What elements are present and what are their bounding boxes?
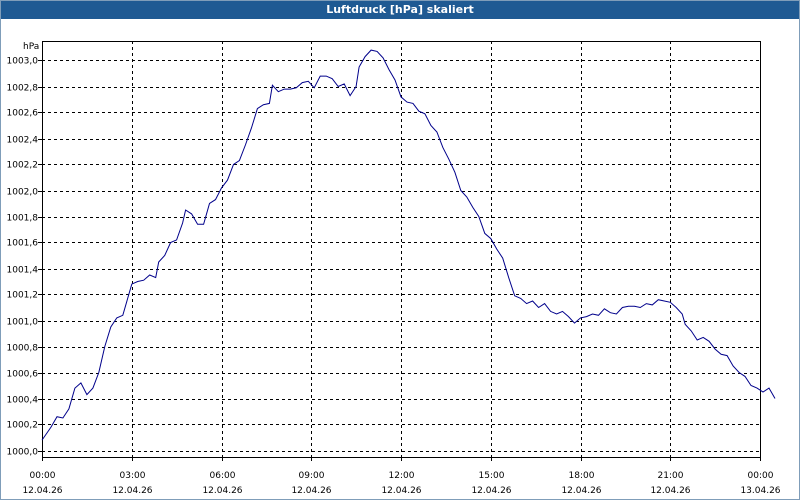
- x-tick-date-label: 13.04.26: [740, 486, 780, 496]
- pressure-chart: hPa 1000,0 1000,2 1000,4 1000,6 1000,8 1001,0…: [7, 41, 781, 496]
- y-tick-label: 1002,0: [7, 188, 39, 198]
- x-tick-time-label: 15:00: [479, 471, 505, 481]
- y-tick-label: 1001,2: [7, 291, 39, 301]
- grid: [42, 41, 761, 457]
- x-tick-time-label: 00:00: [748, 471, 774, 481]
- y-tick-label: 1003,0: [7, 57, 39, 67]
- x-tick-time-label: 03:00: [120, 471, 146, 481]
- x-tick-date-label: 12.04.26: [22, 486, 62, 496]
- x-tick-time-label: 09:00: [299, 471, 325, 481]
- y-axis-ticks: 1000,0 1000,2 1000,4 1000,6 1000,8 1001,0 1001…: [7, 57, 42, 458]
- y-tick-label: 1001,0: [7, 318, 39, 328]
- x-tick-date-label: 12.04.26: [471, 486, 511, 496]
- x-tick-date-label: 12.04.26: [650, 486, 690, 496]
- y-tick-label: 1000,2: [7, 421, 39, 431]
- y-tick-label: 1000,4: [7, 396, 39, 406]
- y-tick-label: 1000,8: [7, 344, 39, 354]
- x-tick-time-label: 12:00: [389, 471, 415, 481]
- y-tick-label: 1000,0: [7, 448, 39, 458]
- x-tick-time-label: 21:00: [658, 471, 684, 481]
- y-axis-label: hPa: [23, 42, 39, 52]
- y-tick-label: 1001,6: [7, 239, 39, 249]
- x-axis-ticks: 00:00 12.04.26 03:00 12.04.26 06:00 12.04.26 0…: [22, 457, 781, 496]
- y-tick-label: 1002,4: [7, 136, 39, 146]
- x-tick-time-label: 00:00: [30, 471, 56, 481]
- x-tick-date-label: 12.04.26: [381, 486, 421, 496]
- y-tick-label: 1002,2: [7, 161, 39, 171]
- x-tick-time-label: 06:00: [210, 471, 236, 481]
- x-tick-date-label: 12.04.26: [291, 486, 331, 496]
- y-tick-label: 1001,8: [7, 214, 39, 224]
- y-tick-label: 1001,4: [7, 266, 39, 276]
- x-tick-time-label: 18:00: [569, 471, 595, 481]
- chart-window: Luftdruck [hPa] skaliert hPa 1000,0 1000,…: [0, 0, 800, 500]
- y-tick-label: 1002,8: [7, 84, 39, 94]
- y-tick-label: 1002,6: [7, 109, 39, 119]
- x-tick-date-label: 12.04.26: [112, 486, 152, 496]
- x-tick-date-label: 12.04.26: [202, 486, 242, 496]
- y-tick-label: 1000,6: [7, 370, 39, 380]
- pressure-line: [41, 49, 776, 441]
- x-tick-date-label: 12.04.26: [561, 486, 601, 496]
